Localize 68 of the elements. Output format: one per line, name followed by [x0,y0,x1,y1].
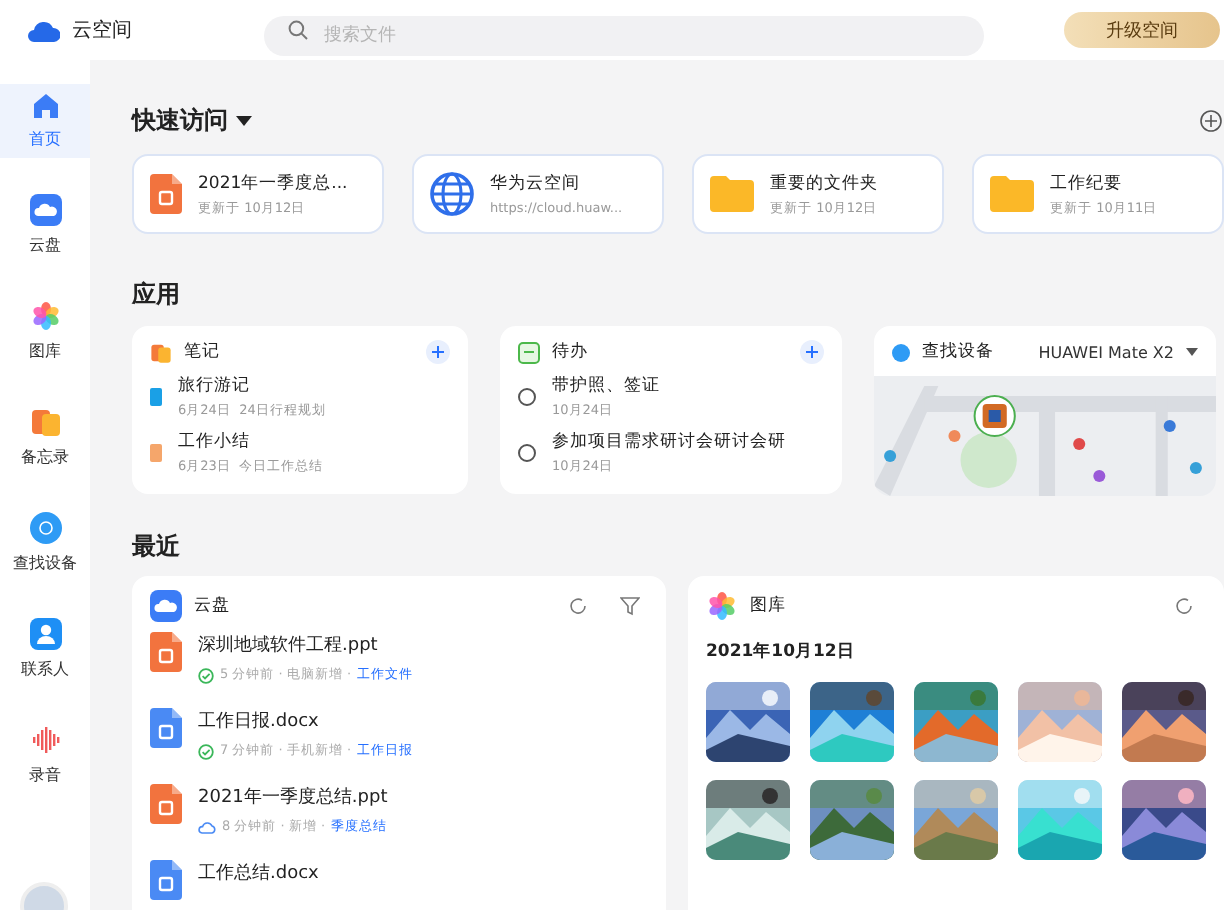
file-name: 深圳地域软件工程.ppt [198,633,380,658]
sidebar-item[interactable]: 首页 [0,84,90,158]
section-title: 应用 [132,278,180,312]
sidebar-item[interactable]: 联系人 [0,610,90,688]
plus-icon [806,346,818,358]
folder-icon [990,176,1034,212]
add-icon [1200,110,1222,132]
device-selector[interactable]: HUAWEI Mate X2 [1038,343,1198,361]
search-icon [288,20,308,40]
presentation-file-icon [150,174,182,214]
cloud-drive-icon [150,590,182,622]
flower-icon [29,300,61,332]
file-name: 工作总结.docx [198,861,319,886]
cloud-icon [198,820,216,834]
filter-icon [620,596,640,616]
sidebar-item[interactable]: 备忘录 [0,398,90,476]
item-name: 重要的文件夹 [770,171,878,195]
file-name: 2021年一季度总结.ppt [198,785,388,810]
add-button[interactable] [800,340,824,364]
item-name: 2021年一季度总... [198,171,348,195]
document-file-icon [150,708,182,748]
card-title: 待办 [552,340,588,364]
caret-icon [1186,348,1198,356]
card-title: 云盘 [194,594,230,618]
presentation-file-icon [150,632,182,672]
checkbox[interactable] [518,444,536,462]
date-heading: 2021年10月12日 [706,640,857,664]
globe-icon [430,172,474,216]
checkbox[interactable] [518,388,536,406]
file-name: 工作日报.docx [198,709,321,734]
sidebar-item[interactable]: 录音 [0,716,90,794]
sound-wave-icon [29,724,61,756]
card-title: 查找设备 [922,340,994,364]
card-title: 笔记 [184,340,220,364]
note-title: 旅行游记 [178,374,252,398]
caret-icon [236,115,252,127]
item-name: 工作纪要 [1050,171,1124,195]
check-circle-icon [198,667,214,683]
memo-icon [29,406,61,438]
presentation-file-icon [150,784,182,824]
section-title: 快速访问 [132,104,228,138]
search-field[interactable]: 搜索文件 [264,16,984,56]
note-title: 工作小结 [178,430,252,454]
card-title: 图库 [750,594,786,618]
sidebar-item[interactable]: 查找设备 [0,504,90,582]
item-name: 华为云空间 [490,172,582,196]
upgrade-button[interactable]: 升级空间 [1064,12,1220,48]
refresh-icon [1174,596,1194,616]
contact-icon [29,618,61,650]
memo-icon [150,341,172,363]
folder-icon [710,176,754,212]
file-row[interactable]: 工作总结.docx [150,848,648,908]
add-button[interactable] [426,340,450,364]
flower-icon [706,590,738,622]
home-icon [31,92,59,120]
cloud-logo-icon [28,19,60,41]
document-file-icon [150,860,182,900]
todo-title: 带护照、签证 [552,374,660,398]
sidebar-item[interactable]: 图库 [0,292,90,370]
cloud-drive-icon [29,194,61,226]
section-title: 最近 [132,530,180,564]
todo-icon [518,341,540,363]
app-title: 云空间 [72,17,134,44]
refresh-icon [568,596,588,616]
sidebar-item[interactable]: 云盘 [0,186,90,264]
todo-title: 参加项目需求研讨会研讨会研 [552,430,786,454]
check-circle-icon [198,743,214,759]
plus-icon [432,346,444,358]
